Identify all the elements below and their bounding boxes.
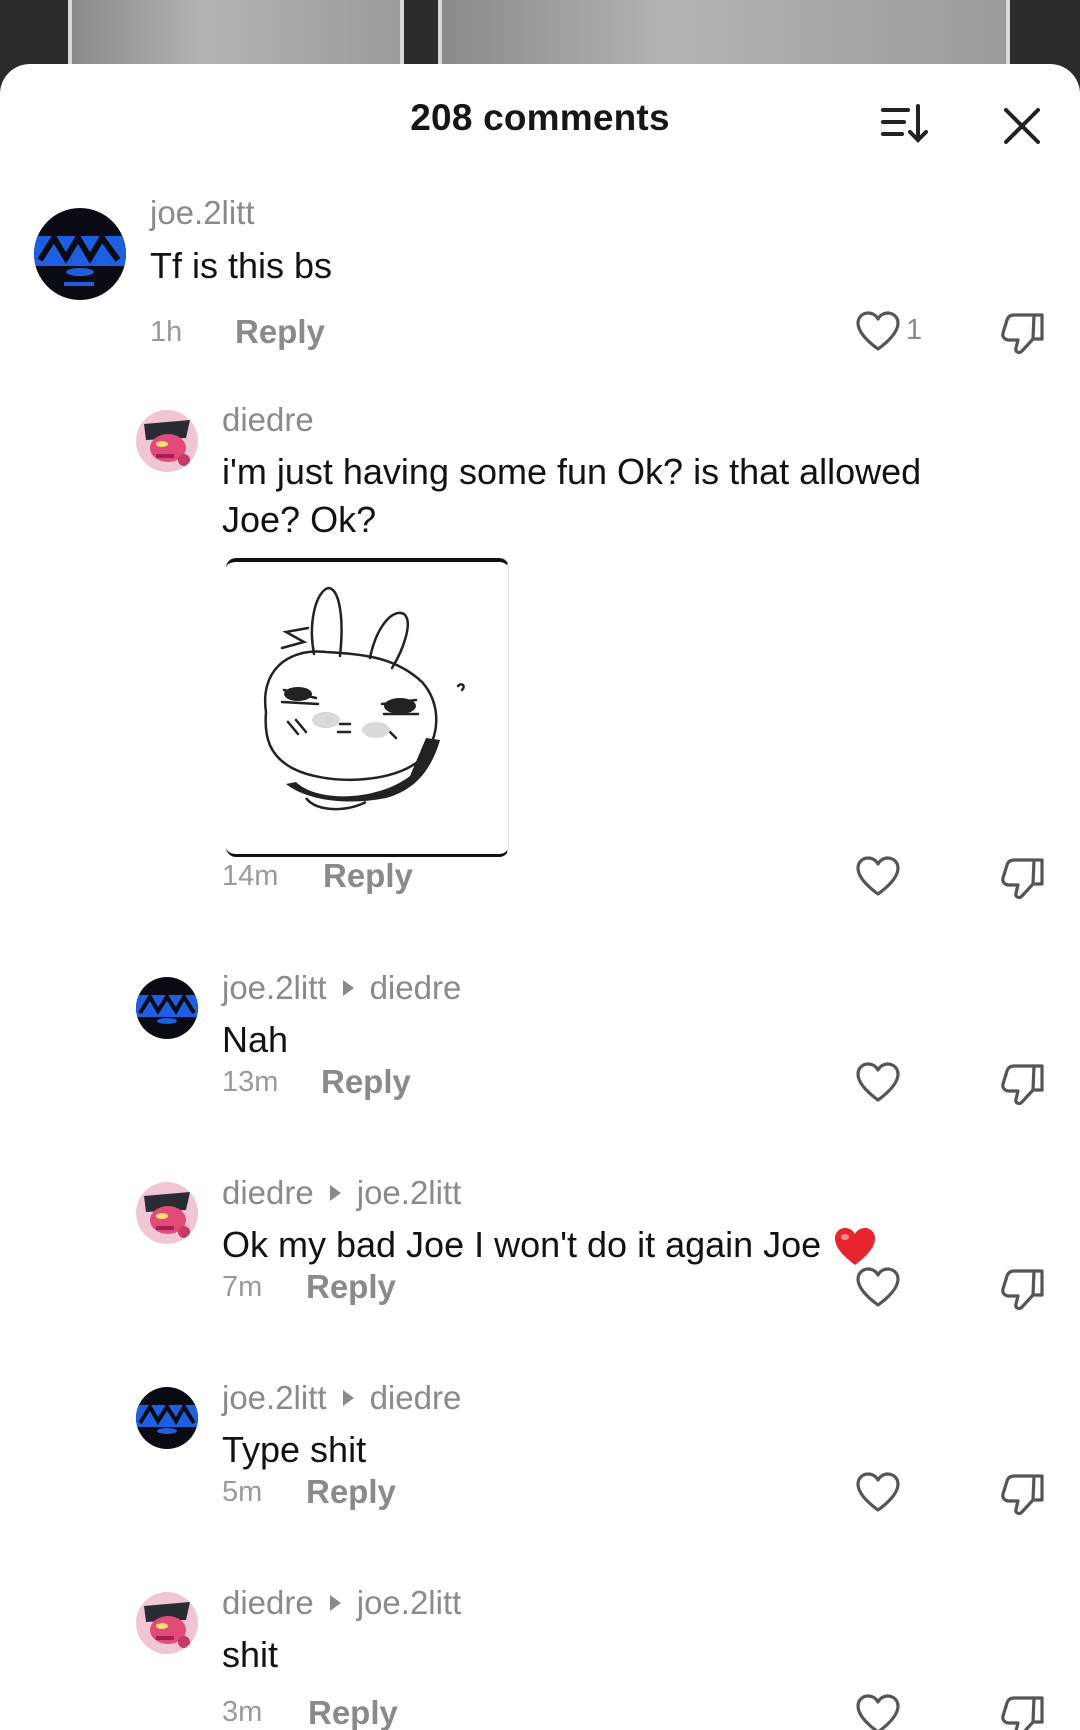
reply-to-username[interactable]: diedre: [370, 1379, 462, 1417]
dislike-icon[interactable]: [1000, 1694, 1046, 1730]
username-text[interactable]: joe.2litt: [222, 969, 327, 1007]
comment-username[interactable]: diedre joe.2litt: [222, 1584, 461, 1622]
reply-button[interactable]: Reply: [308, 1694, 398, 1730]
comment-text-content: Ok my bad Joe I won't do it again Joe: [222, 1224, 822, 1265]
comments-header: 208 comments: [0, 64, 1080, 184]
reply-button[interactable]: Reply: [235, 313, 325, 351]
reply-arrow-icon: [342, 980, 354, 996]
reply-arrow-icon: [342, 1390, 354, 1406]
sort-icon[interactable]: [880, 100, 930, 148]
heart-icon[interactable]: [855, 1694, 901, 1730]
avatar[interactable]: [136, 1387, 198, 1449]
username-text[interactable]: joe.2litt: [150, 194, 255, 232]
heart-icon[interactable]: [855, 856, 901, 898]
comment-text: Type shit: [222, 1429, 367, 1470]
avatar[interactable]: [136, 977, 198, 1039]
dislike-icon[interactable]: [1000, 1472, 1046, 1516]
comment-username[interactable]: diedre joe.2litt: [222, 1174, 461, 1212]
avatar[interactable]: [136, 1592, 198, 1654]
heart-icon[interactable]: [855, 1267, 901, 1309]
reply-to-username[interactable]: diedre: [370, 969, 462, 1007]
comment-time: 5m: [222, 1476, 263, 1508]
avatar[interactable]: [136, 1182, 198, 1244]
avatar[interactable]: [34, 208, 126, 300]
comment-time: 1h: [150, 316, 183, 348]
reply-button[interactable]: Reply: [306, 1268, 396, 1306]
comment-username[interactable]: diedre: [222, 401, 314, 439]
comment-text: Ok my bad Joe I won't do it again Joe: [222, 1221, 877, 1269]
reply-arrow-icon: [329, 1595, 341, 1611]
red-heart-emoji-icon: [833, 1227, 877, 1267]
comment-text: shit: [222, 1634, 279, 1675]
reply-to-username[interactable]: joe.2litt: [357, 1584, 462, 1622]
comment-time: 13m: [222, 1066, 279, 1098]
dislike-icon[interactable]: [1000, 1062, 1046, 1106]
bunny-sticker-icon: [263, 586, 465, 811]
comment-text: i'm just having some fun Ok? is that all…: [222, 448, 921, 544]
heart-icon[interactable]: [855, 311, 901, 353]
dislike-icon[interactable]: [1000, 1267, 1046, 1311]
username-text[interactable]: diedre: [222, 1174, 314, 1212]
like-count: 1: [906, 314, 923, 346]
heart-icon[interactable]: [855, 1472, 901, 1514]
dislike-icon[interactable]: [1000, 856, 1046, 900]
username-text[interactable]: diedre: [222, 1584, 314, 1622]
comment-time: 7m: [222, 1271, 263, 1303]
comment-text: Nah: [222, 1019, 289, 1060]
comment-time: 14m: [222, 860, 279, 892]
reply-arrow-icon: [329, 1185, 341, 1201]
comment-username[interactable]: joe.2litt diedre: [222, 969, 461, 1007]
comment-time: 3m: [222, 1696, 263, 1728]
username-text[interactable]: diedre: [222, 401, 314, 439]
comments-sheet: 208 comments joe.2litt Tf is this bs 1h …: [0, 64, 1080, 1730]
reply-button[interactable]: Reply: [321, 1063, 411, 1101]
comment-username[interactable]: joe.2litt diedre: [222, 1379, 461, 1417]
reply-button[interactable]: Reply: [306, 1473, 396, 1511]
reply-button[interactable]: Reply: [323, 857, 413, 895]
comment-text: Tf is this bs: [150, 245, 333, 286]
comment-username[interactable]: joe.2litt: [150, 194, 255, 232]
dislike-icon[interactable]: [1000, 311, 1046, 355]
comment-text-line: i'm just having some fun Ok? is that all…: [222, 451, 922, 492]
heart-icon[interactable]: [855, 1062, 901, 1104]
comment-text-line: Joe? Ok?: [222, 499, 377, 540]
sticker-image[interactable]: [226, 558, 509, 857]
close-icon[interactable]: [998, 102, 1046, 150]
reply-to-username[interactable]: joe.2litt: [357, 1174, 462, 1212]
username-text[interactable]: joe.2litt: [222, 1379, 327, 1417]
avatar[interactable]: [136, 410, 198, 472]
